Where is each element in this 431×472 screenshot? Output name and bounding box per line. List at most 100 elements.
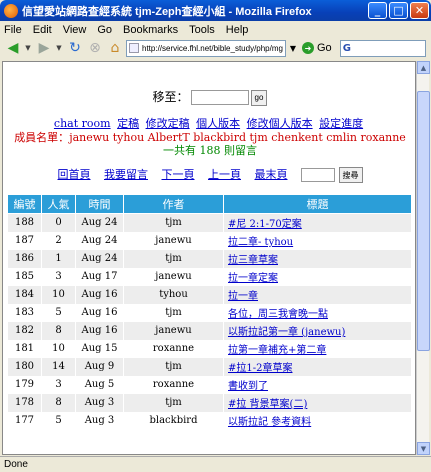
menu-go[interactable]: Go	[97, 24, 112, 36]
web-content-area: 移至： go chat room 定稿 修改定稿 個人版本 修改個人版本 設定進度…	[2, 61, 416, 455]
menu-bookmarks[interactable]: Bookmarks	[123, 24, 178, 36]
cell-views: 3	[41, 267, 76, 286]
cell-title: #尼 2:1-70定案	[223, 213, 412, 232]
cell-title: 拉第一章補充+第二章	[223, 339, 412, 358]
cell-views: 14	[41, 357, 76, 376]
menu-help[interactable]: Help	[226, 24, 249, 36]
cell-views: 8	[41, 321, 76, 340]
navigation-toolbar: ◀ ▼ ▶ ▼ ↻ ⊗ ⌂ http://service.fhl.net/bib…	[0, 38, 431, 58]
post-message-link[interactable]: 我要留言	[104, 168, 148, 181]
cell-number: 185	[7, 267, 42, 286]
cell-title: 拉二章- tyhou	[223, 231, 412, 250]
cell-time: Aug 16	[75, 303, 124, 322]
cell-number: 178	[7, 393, 42, 412]
search-box[interactable]: G	[339, 39, 426, 57]
post-title-link[interactable]: #拉 背景草案(二)	[228, 399, 307, 410]
reload-icon[interactable]: ↻	[66, 39, 84, 57]
table-row: 188 0 Aug 24 tjm #尼 2:1-70定案	[7, 213, 412, 232]
search-button[interactable]: 搜尋	[338, 167, 363, 183]
menu-tools[interactable]: Tools	[189, 24, 215, 36]
menu-bar: File Edit View Go Bookmarks Tools Help	[0, 21, 431, 38]
scrollbar-thumb[interactable]	[417, 91, 430, 351]
cell-title: #拉1-2章草案	[223, 357, 412, 376]
menu-file[interactable]: File	[4, 24, 22, 36]
post-title-link[interactable]: 以斯拉記 參考資料	[228, 417, 311, 428]
post-title-link[interactable]: 書收到了	[228, 381, 268, 392]
cell-time: Aug 9	[75, 357, 124, 376]
table-row: 182 8 Aug 16 janewu 以斯拉記第一章 (janewu)	[7, 321, 412, 340]
table-row: 187 2 Aug 24 janewu 拉二章- tyhou	[7, 231, 412, 250]
cell-title: 拉一章	[223, 285, 412, 304]
post-title-link[interactable]: #尼 2:1-70定案	[228, 219, 302, 230]
close-button[interactable]: ✕	[410, 2, 429, 19]
back-arrow-icon[interactable]: ◀	[4, 39, 22, 57]
url-bar[interactable]: http://service.fhl.net/bible_study/php/m…	[126, 39, 286, 57]
forward-history-dropdown-icon[interactable]: ▼	[55, 39, 63, 57]
column-header-time: 時間	[75, 194, 124, 214]
cell-views: 1	[41, 249, 76, 268]
cell-time: Aug 16	[75, 321, 124, 340]
scroll-down-icon[interactable]: ▼	[417, 442, 430, 455]
home-page-link[interactable]: 回首頁	[58, 168, 91, 181]
goto-input[interactable]	[190, 90, 249, 105]
table-row: 181 10 Aug 15 roxanne 拉第一章補充+第二章	[7, 339, 412, 358]
url-dropdown-icon[interactable]: ▼	[287, 40, 299, 57]
cell-number: 179	[7, 375, 42, 394]
cell-time: Aug 24	[75, 249, 124, 268]
cell-number: 181	[7, 339, 42, 358]
cell-views: 3	[41, 375, 76, 394]
cell-time: Aug 17	[75, 267, 124, 286]
menu-edit[interactable]: Edit	[33, 24, 52, 36]
forward-arrow-icon[interactable]: ▶	[35, 39, 53, 57]
status-text: Done	[4, 459, 28, 470]
table-row: 177 5 Aug 3 blackbird 以斯拉記 參考資料	[7, 411, 412, 430]
back-history-dropdown-icon[interactable]: ▼	[24, 39, 32, 57]
table-row: 185 3 Aug 17 janewu 拉一章定案	[7, 267, 412, 286]
post-title-link[interactable]: 拉第一章補充+第二章	[228, 345, 326, 356]
previous-page-link[interactable]: 上一頁	[208, 168, 241, 181]
cell-author: janewu	[123, 267, 224, 286]
cell-title: 各位，周三我會晚一點	[223, 303, 412, 322]
go-arrow-icon[interactable]: ➜	[302, 42, 314, 54]
message-count: 一共有 188 則留言	[163, 144, 257, 157]
post-title-link[interactable]: 拉一章定案	[228, 273, 278, 284]
post-title-link[interactable]: 拉三章草案	[228, 255, 278, 266]
maximize-button[interactable]: □	[389, 2, 408, 19]
cell-views: 2	[41, 231, 76, 250]
menu-view[interactable]: View	[63, 24, 87, 36]
cell-views: 10	[41, 339, 76, 358]
cell-title: #拉 背景草案(二)	[223, 393, 412, 412]
table-row: 178 8 Aug 3 tjm #拉 背景草案(二)	[7, 393, 412, 412]
home-icon[interactable]: ⌂	[106, 39, 124, 57]
vertical-scrollbar[interactable]: ▲ ▼	[416, 61, 430, 455]
cell-time: Aug 5	[75, 375, 124, 394]
window-title: 信望愛站網路查經系統 tjm-Zeph查經小組 - Mozilla Firefo…	[22, 5, 312, 18]
post-title-link[interactable]: 拉二章- tyhou	[228, 237, 293, 248]
cell-time: Aug 3	[75, 393, 124, 412]
table-row: 179 3 Aug 5 roxanne 書收到了	[7, 375, 412, 394]
go-button-label[interactable]: Go	[317, 42, 332, 54]
post-title-link[interactable]: 各位，周三我會晚一點	[228, 309, 328, 320]
stop-icon[interactable]: ⊗	[86, 39, 104, 57]
search-input[interactable]	[301, 168, 335, 182]
last-page-link[interactable]: 最末頁	[255, 168, 288, 181]
post-title-link[interactable]: 以斯拉記第一章 (janewu)	[228, 327, 345, 338]
table-row: 184 10 Aug 16 tyhou 拉一章	[7, 285, 412, 304]
cell-time: Aug 15	[75, 339, 124, 358]
minimize-button[interactable]: _	[368, 2, 387, 19]
table-row: 186 1 Aug 24 tjm 拉三章草案	[7, 249, 412, 268]
cell-number: 183	[7, 303, 42, 322]
cell-author: tyhou	[123, 285, 224, 304]
cell-views: 5	[41, 411, 76, 430]
cell-author: roxanne	[123, 339, 224, 358]
post-title-link[interactable]: 拉一章	[228, 291, 258, 302]
goto-button[interactable]: go	[250, 89, 268, 106]
table-row: 180 14 Aug 9 tjm #拉1-2章草案	[7, 357, 412, 376]
cell-author: janewu	[123, 321, 224, 340]
cell-time: Aug 16	[75, 285, 124, 304]
page-favicon-icon	[129, 43, 139, 53]
scroll-up-icon[interactable]: ▲	[417, 61, 430, 74]
post-title-link[interactable]: #拉1-2章草案	[228, 363, 292, 374]
cell-author: blackbird	[123, 411, 224, 430]
next-page-link[interactable]: 下一頁	[162, 168, 195, 181]
